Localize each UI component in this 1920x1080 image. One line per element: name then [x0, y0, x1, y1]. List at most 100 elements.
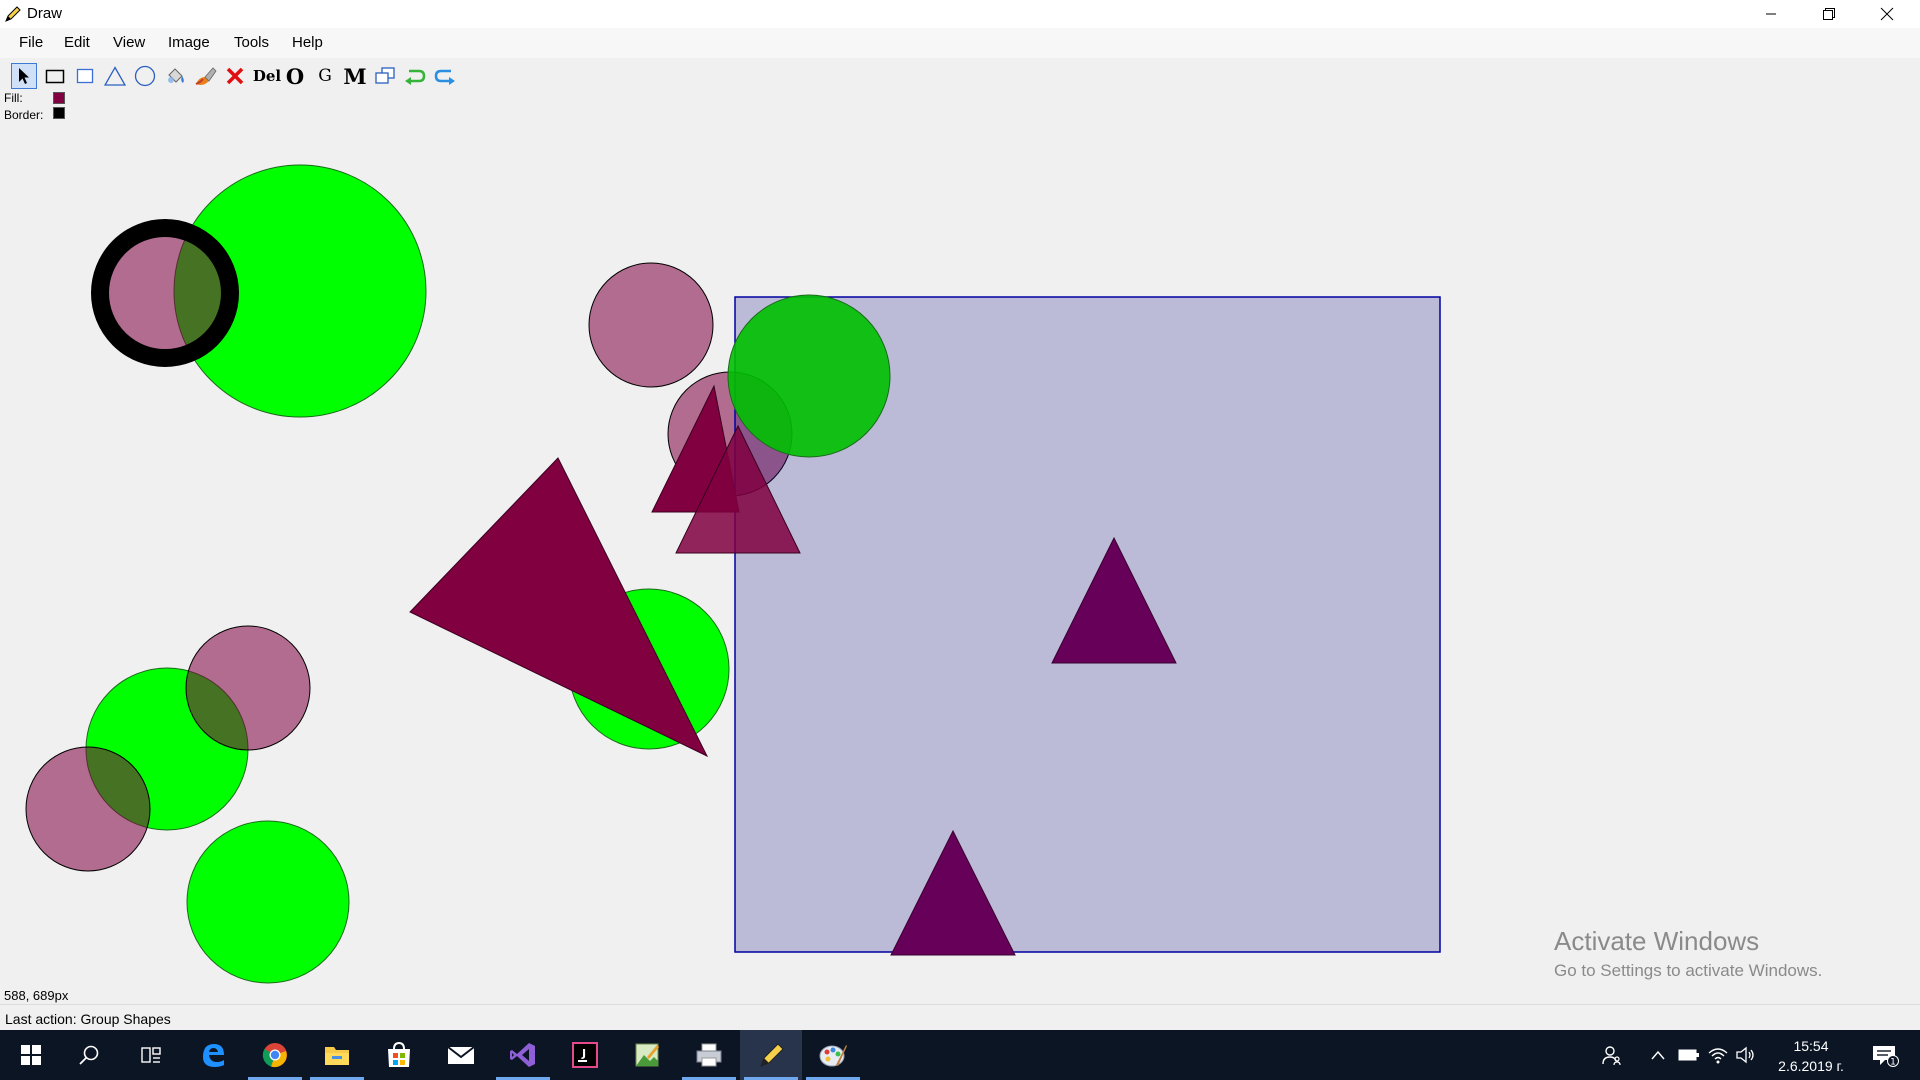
ellipse-icon: [134, 65, 156, 87]
draw-app-icon: [760, 1043, 784, 1067]
canvas-circle-shape[interactable]: [25, 746, 151, 872]
square-tool-button[interactable]: [72, 63, 98, 89]
last-action-text: Last action: Group Shapes: [5, 1011, 171, 1027]
undo-icon: [405, 69, 426, 85]
rectangle-icon: [45, 69, 65, 84]
edge-icon: [203, 1044, 224, 1067]
fill-tool-button[interactable]: [162, 63, 188, 89]
people-icon: [1602, 1046, 1621, 1066]
delete-x-icon: [226, 67, 244, 85]
volume-indicator[interactable]: [1735, 1044, 1757, 1066]
canvas-circle-shape[interactable]: [727, 294, 891, 458]
redo-button[interactable]: [432, 63, 458, 89]
jetbrains-icon: J: [572, 1042, 598, 1068]
cursor-coordinates: 588, 689px: [4, 988, 69, 1003]
image-editor-icon: [635, 1043, 659, 1067]
chevron-up-icon: [1651, 1050, 1665, 1060]
svg-text:J: J: [581, 1047, 586, 1060]
activation-watermark: Activate Windows Go to Settings to activ…: [1554, 926, 1822, 981]
rectangle-tool-button[interactable]: [42, 63, 68, 89]
brush-tool-button[interactable]: [192, 63, 218, 89]
close-button[interactable]: [1858, 0, 1916, 28]
taskbar-paint-app[interactable]: [802, 1030, 864, 1080]
menu-image[interactable]: Image: [168, 34, 210, 51]
taskbar-mail[interactable]: [430, 1030, 492, 1080]
visual-studio-icon: [510, 1043, 535, 1067]
o-button[interactable]: O: [282, 63, 308, 89]
notification-count: 1: [1890, 1058, 1896, 1068]
mail-icon: [447, 1046, 475, 1064]
pointer-icon: [19, 68, 29, 84]
ellipse-tool-button[interactable]: [132, 63, 158, 89]
toolbar: Del O G M: [0, 60, 1920, 90]
menu-help[interactable]: Help: [292, 34, 323, 51]
windows-start-icon: [21, 1045, 41, 1065]
taskbar-file-explorer[interactable]: [306, 1030, 368, 1080]
menu-view[interactable]: View: [113, 34, 145, 51]
task-view-icon: [141, 1047, 161, 1063]
menu-file[interactable]: File: [19, 34, 43, 51]
store-icon: [388, 1041, 410, 1067]
window-title: Draw: [27, 5, 63, 22]
taskbar-image-editor[interactable]: [616, 1030, 678, 1080]
menu-edit[interactable]: Edit: [64, 34, 90, 51]
battery-icon: [1678, 1049, 1699, 1061]
search-button[interactable]: [58, 1030, 120, 1080]
notification-icon: 1: [1873, 1046, 1899, 1068]
drawing-canvas[interactable]: [0, 118, 1920, 998]
m-button[interactable]: M: [342, 63, 368, 89]
taskbar-edge[interactable]: [182, 1030, 244, 1080]
taskbar-jetbrains[interactable]: J: [554, 1030, 616, 1080]
paint-app-icon: [819, 1045, 847, 1067]
task-view-button[interactable]: [120, 1030, 182, 1080]
redo-icon: [434, 69, 455, 85]
restore-button[interactable]: [1800, 0, 1858, 28]
activation-title: Activate Windows: [1554, 926, 1760, 956]
delete-shape-button[interactable]: [222, 63, 248, 89]
activation-subtitle: Go to Settings to activate Windows.: [1554, 961, 1823, 980]
del-button[interactable]: Del: [252, 63, 282, 89]
action-center-button[interactable]: 1: [1870, 1044, 1900, 1068]
title-bar: Draw: [0, 0, 1920, 28]
file-explorer-icon: [325, 1047, 349, 1065]
people-button[interactable]: [1601, 1044, 1623, 1066]
taskbar-clock[interactable]: 15:54 2.6.2019 г.: [1764, 1036, 1858, 1076]
chrome-icon: [262, 1043, 287, 1068]
show-hidden-icons-button[interactable]: [1647, 1044, 1669, 1066]
taskbar-chrome[interactable]: [244, 1030, 306, 1080]
battery-indicator[interactable]: [1678, 1044, 1700, 1066]
fill-color-swatch[interactable]: [53, 92, 65, 104]
taskbar-visual-studio[interactable]: [492, 1030, 554, 1080]
pointer-tool-button[interactable]: [11, 63, 37, 89]
close-icon: [1880, 7, 1894, 21]
group-icon: [375, 67, 395, 84]
brush-icon: [195, 67, 217, 85]
wifi-icon: [1708, 1048, 1728, 1064]
pencil-icon: [5, 6, 21, 22]
canvas-circle-shape[interactable]: [186, 820, 350, 984]
taskbar-store[interactable]: [368, 1030, 430, 1080]
start-button[interactable]: [0, 1030, 62, 1080]
fill-bucket-icon: [168, 68, 184, 83]
restore-icon: [1823, 8, 1835, 20]
clock-date: 2.6.2019 г.: [1778, 1058, 1844, 1074]
group-button[interactable]: [372, 63, 398, 89]
taskbar-draw-app[interactable]: [740, 1030, 802, 1080]
taskbar: J 15:54 2.6.2019 г. 1: [0, 1030, 1920, 1080]
triangle-tool-button[interactable]: [102, 63, 128, 89]
taskbar-printer-app[interactable]: [678, 1030, 740, 1080]
g-button[interactable]: G: [312, 63, 338, 89]
network-indicator[interactable]: [1707, 1044, 1729, 1066]
menu-bar: File Edit View Image Tools Help: [0, 28, 1920, 58]
menu-tools[interactable]: Tools: [234, 34, 269, 51]
undo-button[interactable]: [402, 63, 428, 89]
printer-app-icon: [696, 1043, 722, 1067]
minimize-button[interactable]: [1742, 0, 1800, 28]
status-bar: Last action: Group Shapes: [0, 1004, 1920, 1031]
square-icon: [76, 68, 94, 84]
minimize-icon: [1766, 13, 1776, 15]
fill-label: Fill:: [4, 91, 23, 105]
canvas-circle-shape[interactable]: [185, 625, 311, 751]
canvas-circle-shape[interactable]: [588, 262, 714, 388]
search-icon: [79, 1045, 99, 1065]
